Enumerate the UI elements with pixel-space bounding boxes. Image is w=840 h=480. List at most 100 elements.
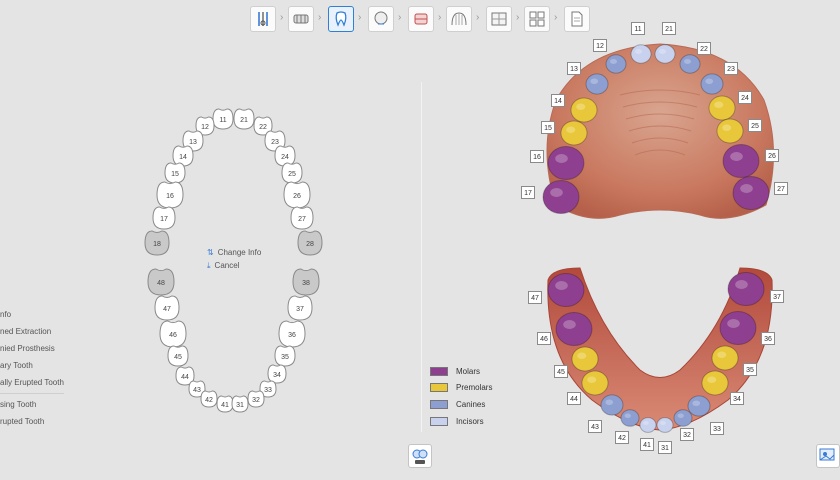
tooth-crown <box>571 346 599 372</box>
view-options-button[interactable] <box>816 444 840 468</box>
scan-tooth-12[interactable] <box>605 54 627 74</box>
tooth-crown <box>605 54 627 74</box>
tooth-crown <box>620 409 640 427</box>
scan-tooth-11[interactable] <box>630 44 652 64</box>
crown-highlight <box>735 280 748 289</box>
gallery-icon <box>819 448 835 461</box>
crown-highlight <box>555 154 568 163</box>
tooth-crown <box>654 44 676 64</box>
tooth-crown <box>656 417 674 433</box>
scan-tooth-43[interactable] <box>600 394 624 416</box>
scan-label-27: 27 <box>774 182 788 195</box>
scan-label-42: 42 <box>615 431 629 444</box>
scan-label-45: 45 <box>554 365 568 378</box>
scan-label-21: 21 <box>662 22 676 35</box>
scan-label-24: 24 <box>738 91 752 104</box>
crown-highlight <box>684 59 691 64</box>
tooth-crown <box>547 145 585 181</box>
tooth-crown <box>700 73 724 95</box>
scan-label-14: 14 <box>551 94 565 107</box>
scan-tooth-35[interactable] <box>711 345 739 371</box>
scan-tooth-45[interactable] <box>571 346 599 372</box>
scan-tooth-47[interactable] <box>547 272 585 308</box>
scan-label-37: 37 <box>770 290 784 303</box>
legend-swatch <box>430 383 448 392</box>
tooth-crown <box>581 370 609 396</box>
legend-label: Premolars <box>456 383 493 392</box>
scan-tooth-37[interactable] <box>727 271 765 307</box>
legend-label: Incisors <box>456 417 484 426</box>
scan-tooth-46[interactable] <box>555 311 593 347</box>
tooth-crown <box>679 54 701 74</box>
crown-highlight <box>727 319 740 328</box>
crown-highlight <box>722 124 732 131</box>
scan-tooth-31[interactable] <box>656 417 674 433</box>
crown-highlight <box>714 101 724 108</box>
scan-tooth-21[interactable] <box>654 44 676 64</box>
scan-label-41: 41 <box>640 438 654 451</box>
crown-highlight <box>590 78 599 84</box>
crown-highlight <box>563 320 576 329</box>
scan-tooth-34[interactable] <box>701 370 729 396</box>
tooth-crown <box>701 370 729 396</box>
tooth-crown <box>630 44 652 64</box>
crown-highlight <box>692 400 701 406</box>
crown-highlight <box>660 421 666 425</box>
scan-label-15: 15 <box>541 121 555 134</box>
scan-tooth-42[interactable] <box>620 409 640 427</box>
scan-tooth-23[interactable] <box>700 73 724 95</box>
scan-label-11: 11 <box>631 22 645 35</box>
tooth-crown <box>570 97 598 123</box>
tooth-view-icon <box>412 449 428 464</box>
scan-tooth-32[interactable] <box>673 409 693 427</box>
scan-tooth-27[interactable] <box>732 175 770 211</box>
tooth-crown <box>732 175 770 211</box>
crown-highlight <box>587 376 597 383</box>
scan-tooth-24[interactable] <box>708 95 736 121</box>
scan-tooth-16[interactable] <box>547 145 585 181</box>
scan-tooth-44[interactable] <box>581 370 609 396</box>
tooth-crown <box>542 179 580 215</box>
scan-label-32: 32 <box>680 428 694 441</box>
legend-label: Molars <box>456 367 481 376</box>
crown-highlight <box>576 103 586 110</box>
crown-highlight <box>566 126 576 133</box>
legend-swatch <box>430 417 448 426</box>
scan-label-22: 22 <box>697 42 711 55</box>
tooth-view-button[interactable] <box>408 444 432 468</box>
tooth-crown <box>708 95 736 121</box>
legend-label: Canines <box>456 400 486 409</box>
tooth-crown <box>639 417 657 433</box>
scan-tooth-36[interactable] <box>719 310 757 346</box>
crown-highlight <box>707 376 717 383</box>
crown-highlight <box>550 188 563 197</box>
legend-swatch <box>430 367 448 376</box>
scan-label-25: 25 <box>748 119 762 132</box>
scan-label-12: 12 <box>593 39 607 52</box>
scan-tooth-41[interactable] <box>639 417 657 433</box>
legend-swatch <box>430 400 448 409</box>
scan-tooth-17[interactable] <box>542 179 580 215</box>
scan-label-44: 44 <box>567 392 581 405</box>
scan-tooth-22[interactable] <box>679 54 701 74</box>
crown-highlight <box>730 152 743 161</box>
scan-tooth-13[interactable] <box>585 73 609 95</box>
crown-highlight <box>717 351 727 358</box>
scan-label-16: 16 <box>530 150 544 163</box>
tooth-crown <box>600 394 624 416</box>
scan-tooth-14[interactable] <box>570 97 598 123</box>
scan-label-31: 31 <box>658 441 672 454</box>
scan-tooth-15[interactable] <box>560 120 588 146</box>
crown-highlight <box>659 49 666 54</box>
crown-highlight <box>610 59 617 64</box>
scan-label-17: 17 <box>521 186 535 199</box>
scan-tooth-33[interactable] <box>687 395 711 417</box>
scan-tooth-25[interactable] <box>716 118 744 144</box>
tooth-crown <box>560 120 588 146</box>
tooth-crown <box>687 395 711 417</box>
tooth-crown <box>719 310 757 346</box>
scan-tooth-26[interactable] <box>722 143 760 179</box>
crown-highlight <box>605 399 614 405</box>
scan-label-34: 34 <box>730 392 744 405</box>
scan-label-47: 47 <box>528 291 542 304</box>
